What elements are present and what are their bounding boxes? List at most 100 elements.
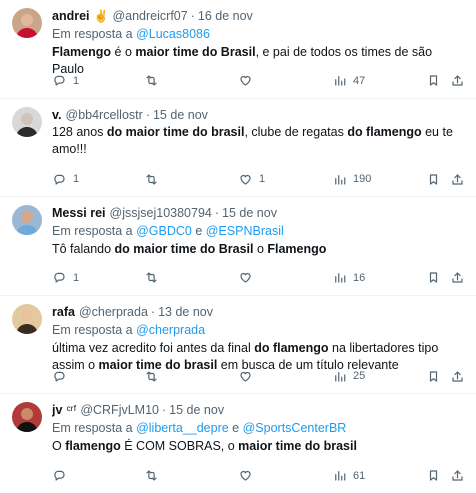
views-icon <box>335 471 346 482</box>
views-button[interactable]: 61 <box>332 467 365 485</box>
user-handle[interactable]: @jssjsej10380794 <box>110 205 212 221</box>
bookmark-button[interactable] <box>426 170 441 188</box>
bookmark-icon <box>429 75 438 86</box>
tweet-date[interactable]: 15 de nov <box>169 402 224 418</box>
mention-link[interactable]: @liberta__depre <box>136 421 229 435</box>
display-name[interactable]: jv <box>52 402 62 418</box>
tweet[interactable]: v. @bb4rcellostr · 15 de nov 128 anos do mai… <box>0 99 476 198</box>
highlighted-text: do flamengo <box>254 340 329 355</box>
reply-button[interactable]: 1 <box>52 170 79 188</box>
avatar[interactable] <box>12 205 42 236</box>
like-button[interactable] <box>238 367 253 385</box>
display-name[interactable]: v. <box>52 107 62 123</box>
like-button[interactable] <box>238 467 253 485</box>
tweet[interactable]: jv ᶜʳᶠ @CRFjvLM10 · 15 de nov Em resposta a @… <box>0 394 476 493</box>
reply-button[interactable]: 1 <box>52 72 79 90</box>
reply-count: 1 <box>73 271 80 284</box>
views-button[interactable]: 190 <box>332 170 371 188</box>
tweet-feed: andrei ✌️ @andreicrf07 · 16 de nov Em respost… <box>0 0 476 493</box>
reply-icon <box>54 75 65 86</box>
mention-link[interactable]: @Lucas8086 <box>136 27 210 41</box>
display-name[interactable]: andrei <box>52 8 90 24</box>
tweet-header: jv ᶜʳᶠ @CRFjvLM10 · 15 de nov <box>52 402 464 418</box>
reply-icon <box>54 174 65 185</box>
heart-icon <box>240 76 251 86</box>
bookmark-button[interactable] <box>426 72 441 90</box>
retweet-button[interactable] <box>144 170 159 188</box>
retweet-button[interactable] <box>144 269 159 287</box>
reply-button[interactable] <box>52 367 67 385</box>
reply-button[interactable]: 1 <box>52 269 79 287</box>
mention-link[interactable]: @ESPNBrasil <box>206 224 284 238</box>
retweet-button[interactable] <box>144 367 159 385</box>
text-segment: última vez acredito foi antes da final <box>52 340 255 355</box>
heart-icon <box>240 174 251 185</box>
views-button[interactable]: 16 <box>332 269 365 287</box>
highlighted-text: do flamengo <box>347 124 422 139</box>
user-handle[interactable]: @bb4rcellostr <box>66 107 143 123</box>
tweet[interactable]: andrei ✌️ @andreicrf07 · 16 de nov Em respost… <box>0 0 476 99</box>
bookmark-button[interactable] <box>426 367 441 385</box>
share-button[interactable] <box>450 269 465 287</box>
avatar[interactable] <box>12 8 42 38</box>
tweet-date[interactable]: 16 de nov <box>198 8 253 24</box>
share-button[interactable] <box>450 170 465 188</box>
mention-link[interactable]: @cherprada <box>136 323 205 337</box>
reply-prefix: Em resposta a <box>52 322 133 337</box>
mention-link[interactable]: @GBDC0 <box>136 224 192 238</box>
text-segment: o <box>253 242 268 257</box>
display-name[interactable]: Messi rei <box>52 205 106 221</box>
retweet-button[interactable] <box>144 72 159 90</box>
separator-dot: · <box>150 304 156 319</box>
views-button[interactable]: 25 <box>332 367 365 385</box>
reply-prefix: Em resposta a <box>52 27 133 41</box>
views-icon <box>335 174 346 185</box>
action-bar: 1 1 190 <box>52 170 464 188</box>
avatar[interactable] <box>12 402 42 433</box>
share-button[interactable] <box>450 467 465 485</box>
like-button[interactable] <box>238 72 253 90</box>
tweet-text: O flamengo É COM SOBRAS, o maior time do… <box>52 438 464 455</box>
tweet-date[interactable]: 15 de nov <box>222 205 277 221</box>
user-handle[interactable]: @cherprada <box>79 304 148 320</box>
share-icon <box>452 174 463 185</box>
like-button[interactable] <box>238 269 253 287</box>
tweet[interactable]: Messi rei @jssjsej10380794 · 15 de nov Em re… <box>0 197 476 296</box>
views-button[interactable]: 47 <box>332 72 365 90</box>
tweet-text: 128 anos do maior time do brasil, clube … <box>52 124 464 158</box>
share-button[interactable] <box>450 367 465 385</box>
bookmark-button[interactable] <box>426 467 441 485</box>
name-emoji: ✌️ <box>93 9 109 23</box>
bookmark-button[interactable] <box>426 269 441 287</box>
action-bar: 25 <box>52 367 464 385</box>
retweet-button[interactable] <box>144 467 159 485</box>
tweet-text: Tô falando do maior time do Brasil o Fla… <box>52 241 464 258</box>
text-segment: O <box>52 439 66 454</box>
display-name[interactable]: rafa <box>52 304 75 320</box>
reply-button[interactable] <box>52 467 67 485</box>
tweet-date[interactable]: 15 de nov <box>153 107 208 123</box>
mention-link[interactable]: @SportsCenterBR <box>243 421 347 435</box>
tweet[interactable]: rafa @cherprada · 13 de nov Em resposta a @c… <box>0 296 476 395</box>
reply-icon <box>54 273 65 283</box>
avatar[interactable] <box>12 106 42 137</box>
text-segment: é o <box>111 45 136 59</box>
share-icon <box>452 272 463 283</box>
share-button[interactable] <box>450 72 465 90</box>
reply-context: Em resposta a @cherprada <box>52 322 464 339</box>
highlighted-text: maior time do brasil <box>238 439 357 454</box>
tweet-header: rafa @cherprada · 13 de nov <box>52 304 464 320</box>
highlighted-text: Flamengo <box>52 45 112 59</box>
user-handle[interactable]: @CRFjvLM10 <box>80 402 159 418</box>
separator-dot: · <box>190 9 195 23</box>
heart-icon <box>240 273 251 283</box>
tweet-date[interactable]: 13 de nov <box>158 304 213 320</box>
user-handle[interactable]: @andreicrf07 <box>112 8 187 24</box>
highlighted-text: do maior time do Brasil <box>114 242 254 257</box>
like-button[interactable]: 1 <box>238 170 265 188</box>
retweet-icon <box>146 470 157 482</box>
retweet-icon <box>146 75 157 86</box>
avatar[interactable] <box>12 303 42 334</box>
bookmark-icon <box>429 174 438 185</box>
share-icon <box>452 371 463 382</box>
